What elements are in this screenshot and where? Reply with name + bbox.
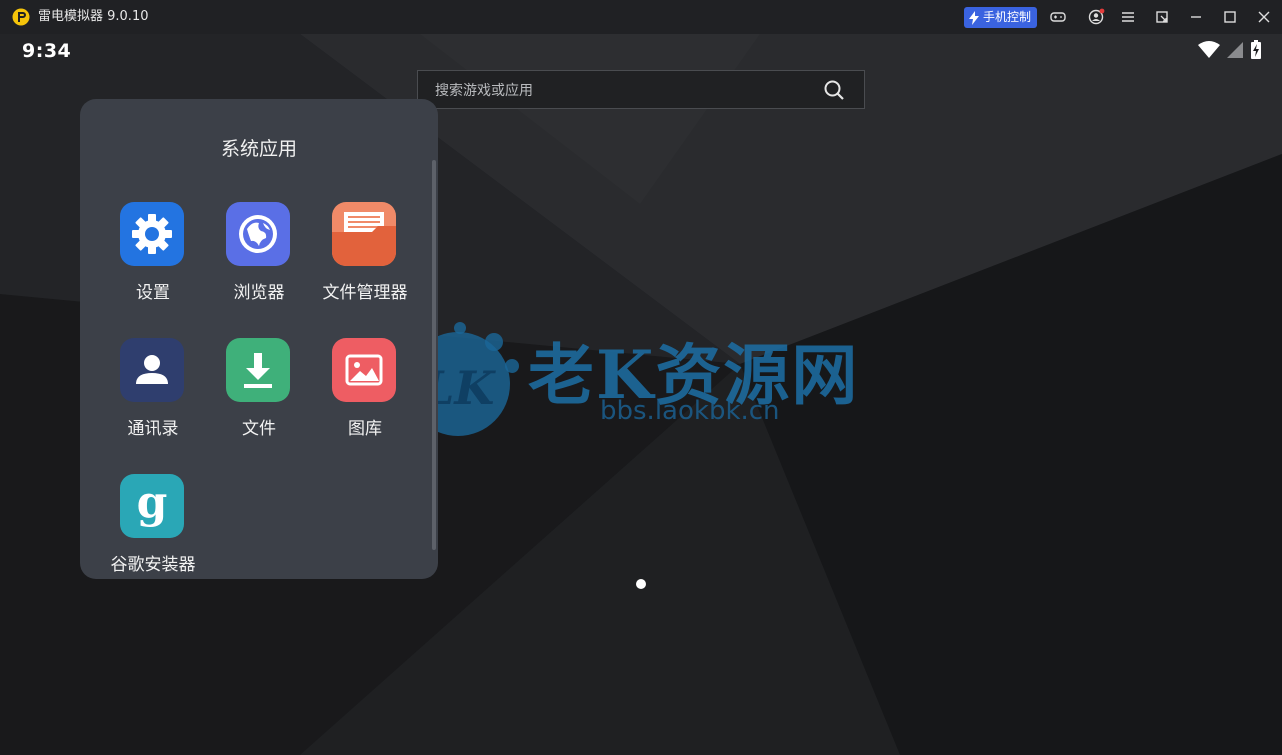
hamburger-menu-icon [1122,12,1134,22]
system-apps-folder: 系统应用 设置 浏览器 文件管理器 通讯录 文件 图库 g 谷歌安装器 [80,99,438,579]
app-files[interactable]: 文件 [206,338,312,448]
signal-icon [1227,42,1243,58]
battery-charging-icon [1251,40,1261,59]
title-bar: 雷电模拟器 9.0.10 手机控制 [0,0,1282,34]
globe-icon[interactable] [226,202,290,266]
search-input[interactable]: 搜索游戏或应用 [435,80,814,100]
folder-scrollbar[interactable] [432,160,436,550]
search-bar[interactable]: 搜索游戏或应用 [417,70,865,109]
minimize-button[interactable] [1184,5,1208,29]
close-button[interactable] [1252,5,1276,29]
maximize-button[interactable] [1218,5,1242,29]
svg-text:g: g [137,481,168,528]
user-icon [1088,8,1105,25]
wifi-icon [1198,41,1220,58]
folder-icon[interactable] [332,202,396,266]
image-icon[interactable] [332,338,396,402]
watermark: LK 老K资源网 bbs.laokbk.cn [400,322,900,472]
window-title: 雷电模拟器 9.0.10 [38,9,149,24]
app-google-installer[interactable]: g 谷歌安装器 [100,474,206,579]
account-button[interactable] [1084,5,1108,29]
phone-control-label: 手机控制 [983,10,1032,24]
android-home-screen: 9:34 搜索游戏或应用 LK 老K资源网 bbs.laokbk.cn 系统应用… [0,34,1282,755]
gamepad-icon [1050,12,1066,22]
app-label: 谷歌安装器 [110,555,196,575]
page-indicator[interactable] [636,579,646,589]
app-browser[interactable]: 浏览器 [206,202,312,312]
google-installer-icon[interactable]: g [120,474,184,538]
lightning-icon [969,10,979,25]
contact-icon[interactable] [120,338,184,402]
app-settings[interactable]: 设置 [100,202,206,312]
folder-title: 系统应用 [220,138,297,160]
status-icons [1198,40,1262,60]
close-icon [1258,11,1270,23]
search-icon[interactable] [814,71,854,108]
app-label: 文件管理器 [322,283,408,303]
app-logo-icon [12,8,30,26]
phone-control-button[interactable]: 手机控制 [964,7,1038,28]
download-icon[interactable] [226,338,290,402]
emulator-window: 雷电模拟器 9.0.10 手机控制 9:34 搜索游戏或应用 LK 老K资源网 … [0,0,1282,755]
maximize-icon [1224,11,1236,23]
menu-button[interactable] [1116,5,1140,29]
minimize-icon [1191,16,1201,18]
app-gallery[interactable]: 图库 [312,338,418,448]
status-time: 9:34 [22,40,72,62]
gear-icon[interactable] [120,202,184,266]
app-label: 图库 [348,419,382,439]
gamepad-button[interactable] [1046,5,1070,29]
watermark-url: bbs.laokbk.cn [600,396,780,426]
app-contacts[interactable]: 通讯录 [100,338,206,448]
window-restore-icon [1156,11,1168,23]
restore-button[interactable] [1150,5,1174,29]
app-file-manager[interactable]: 文件管理器 [312,202,418,312]
